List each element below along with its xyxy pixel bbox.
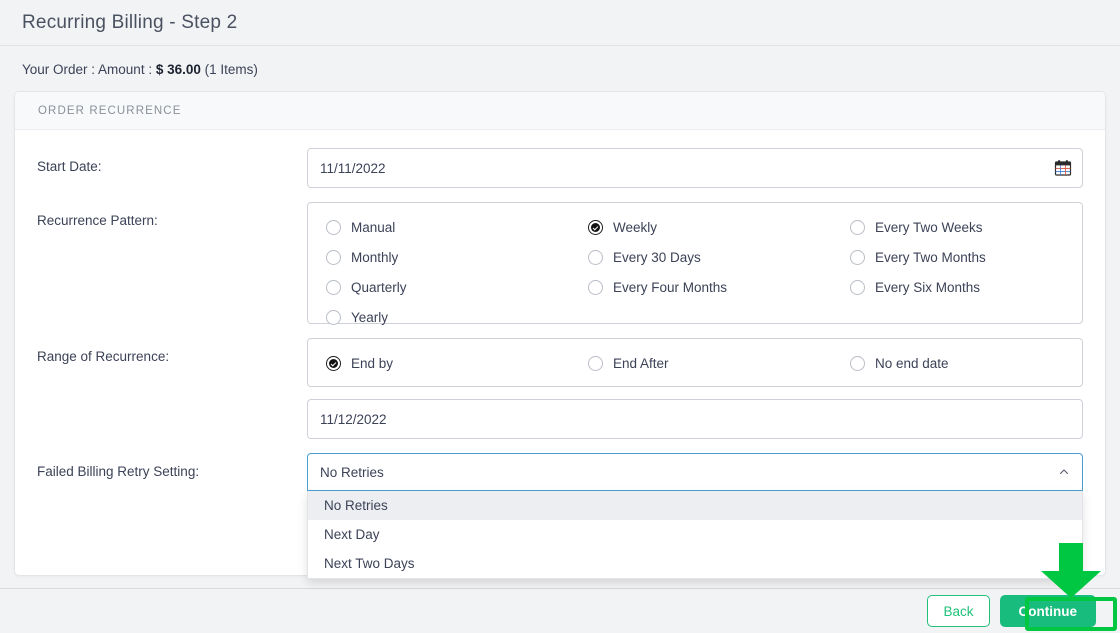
radio-label-weekly: Weekly	[613, 220, 658, 235]
radio-label-every-two-months: Every Two Months	[875, 250, 986, 265]
radio-end-by[interactable]: End by	[308, 351, 570, 376]
start-date-input[interactable]: 11/11/2022	[307, 148, 1083, 188]
start-date-row: Start Date: 11/11/2022	[37, 148, 1083, 188]
radio-label-every-30-days: Every 30 Days	[613, 250, 701, 265]
start-date-value: 11/11/2022	[320, 160, 386, 176]
range-of-recurrence-grid: End by End After No end date	[308, 351, 1082, 376]
card-section-title: ORDER RECURRENCE	[38, 104, 182, 117]
end-date-input[interactable]: 11/12/2022	[307, 399, 1083, 439]
radio-mark-every-six-months[interactable]	[850, 280, 865, 295]
range-of-recurrence-row: Range of Recurrence: End by End After No…	[37, 338, 1083, 439]
radio-label-manual: Manual	[351, 220, 396, 235]
radio-monthly[interactable]: Monthly	[308, 245, 570, 270]
radio-every-two-months[interactable]: Every Two Months	[832, 245, 1082, 270]
radio-label-quarterly: Quarterly	[351, 280, 407, 295]
radio-mark-no-end-date[interactable]	[850, 356, 865, 371]
failed-billing-retry-dropdown-menu: No Retries Next Day Next Two Days	[307, 491, 1083, 579]
radio-label-every-six-months: Every Six Months	[875, 280, 981, 295]
radio-mark-weekly[interactable]	[588, 220, 603, 235]
range-of-recurrence-field-wrap: End by End After No end date 11/12/2022	[307, 338, 1083, 439]
radio-quarterly[interactable]: Quarterly	[308, 275, 570, 300]
radio-mark-end-by[interactable]	[326, 356, 341, 371]
chevron-up-icon[interactable]	[1058, 466, 1070, 478]
radio-no-end-date[interactable]: No end date	[832, 351, 1082, 376]
order-summary-items: (1 Items)	[200, 62, 258, 77]
range-of-recurrence-label: Range of Recurrence:	[37, 349, 170, 364]
dropdown-option-no-retries[interactable]: No Retries	[308, 491, 1082, 520]
failed-billing-retry-field-wrap: No Retries No Retries Next Day Next Two …	[307, 453, 1083, 579]
page-title: Recurring Billing - Step 2	[22, 11, 238, 33]
end-date-value: 11/12/2022	[320, 411, 387, 427]
recurrence-pattern-grid: Manual Weekly Every Two Weeks Monthly Ev…	[308, 215, 1082, 330]
radio-every-30-days[interactable]: Every 30 Days	[570, 245, 832, 270]
recurrence-pattern-row: Recurrence Pattern: Manual Weekly Every …	[37, 202, 1083, 325]
radio-yearly[interactable]: Yearly	[308, 305, 570, 330]
radio-every-four-months[interactable]: Every Four Months	[570, 275, 832, 300]
radio-label-every-two-weeks: Every Two Weeks	[875, 220, 983, 235]
radio-mark-every-two-months[interactable]	[850, 250, 865, 265]
dropdown-option-next-two-days[interactable]: Next Two Days	[308, 549, 1082, 578]
radio-mark-quarterly[interactable]	[326, 280, 341, 295]
radio-label-end-after: End After	[613, 356, 669, 371]
radio-mark-monthly[interactable]	[326, 250, 341, 265]
radio-weekly[interactable]: Weekly	[570, 215, 832, 240]
card-body: Start Date: 11/11/2022 Recurrence Patter…	[15, 130, 1105, 579]
radio-mark-manual[interactable]	[326, 220, 341, 235]
radio-label-no-end-date: No end date	[875, 356, 949, 371]
card-header: ORDER RECURRENCE	[15, 92, 1105, 130]
radio-mark-every-four-months[interactable]	[588, 280, 603, 295]
order-summary: Your Order : Amount : $ 36.00 (1 Items)	[0, 46, 1120, 91]
radio-label-monthly: Monthly	[351, 250, 399, 265]
radio-mark-end-after[interactable]	[588, 356, 603, 371]
page-header: Recurring Billing - Step 2	[0, 0, 1120, 46]
dropdown-option-no-retries-label: No Retries	[324, 498, 388, 513]
order-summary-amount: $ 36.00	[155, 62, 201, 77]
continue-button[interactable]: Continue	[999, 595, 1096, 627]
radio-end-after[interactable]: End After	[570, 351, 832, 376]
order-recurrence-card: ORDER RECURRENCE Start Date: 11/11/2022	[14, 91, 1106, 579]
radio-mark-every-30-days[interactable]	[588, 250, 603, 265]
recurrence-pattern-label: Recurrence Pattern:	[37, 213, 158, 228]
dropdown-option-next-two-days-label: Next Two Days	[324, 556, 415, 571]
radio-manual[interactable]: Manual	[308, 215, 570, 240]
recurrence-pattern-group: Manual Weekly Every Two Weeks Monthly Ev…	[307, 202, 1083, 325]
calendar-icon[interactable]	[1054, 159, 1072, 177]
radio-label-every-four-months: Every Four Months	[613, 280, 728, 295]
dropdown-option-next-day-label: Next Day	[324, 527, 380, 542]
radio-every-two-weeks[interactable]: Every Two Weeks	[832, 215, 1082, 240]
footer-action-bar: Back Continue	[0, 588, 1120, 633]
failed-billing-retry-selected-value: No Retries	[320, 464, 384, 480]
order-summary-prefix: Your Order : Amount :	[22, 62, 156, 77]
dropdown-option-next-day[interactable]: Next Day	[308, 520, 1082, 549]
failed-billing-retry-row: Failed Billing Retry Setting: No Retries…	[37, 453, 1083, 579]
failed-billing-retry-select[interactable]: No Retries	[307, 453, 1083, 491]
back-button[interactable]: Back	[927, 595, 990, 627]
recurrence-pattern-field-wrap: Manual Weekly Every Two Weeks Monthly Ev…	[307, 202, 1083, 325]
radio-label-end-by: End by	[351, 356, 394, 371]
radio-every-six-months[interactable]: Every Six Months	[832, 275, 1082, 300]
range-of-recurrence-group: End by End After No end date	[307, 338, 1083, 387]
start-date-field-wrap: 11/11/2022	[307, 148, 1083, 188]
radio-mark-yearly[interactable]	[326, 310, 341, 325]
start-date-label: Start Date:	[37, 159, 102, 174]
radio-mark-every-two-weeks[interactable]	[850, 220, 865, 235]
failed-billing-retry-label: Failed Billing Retry Setting:	[37, 464, 200, 479]
radio-label-yearly: Yearly	[351, 310, 389, 325]
